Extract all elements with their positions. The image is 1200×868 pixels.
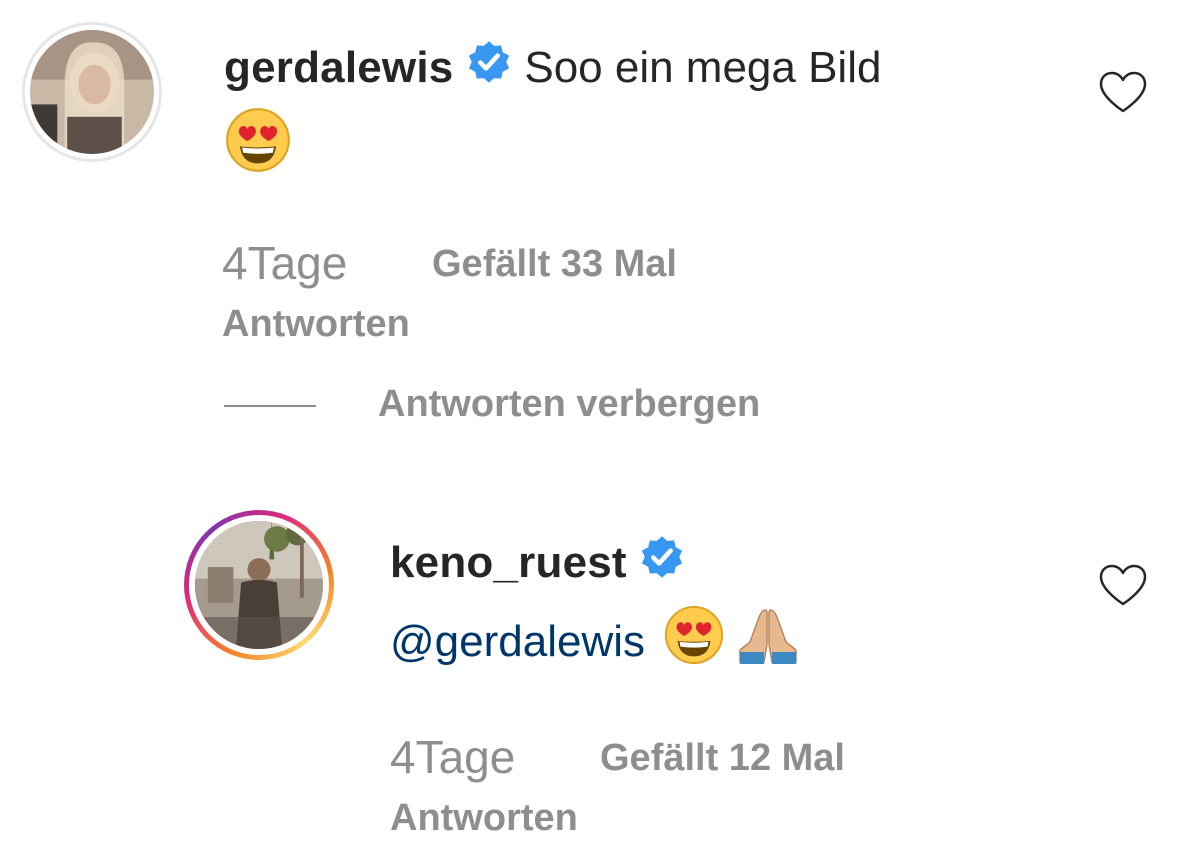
username[interactable]: keno_ruest (390, 538, 627, 587)
hide-replies-button[interactable]: Antworten verbergen (378, 383, 760, 426)
like-heart-icon[interactable] (1098, 70, 1148, 119)
replies-divider (224, 405, 316, 407)
like-count[interactable]: Gefällt 12 Mal (600, 737, 845, 780)
reply-button[interactable]: Antworten (222, 303, 410, 346)
heart-eyes-emoji (663, 604, 725, 692)
avatar-photo (30, 30, 154, 154)
avatar[interactable] (22, 22, 162, 162)
comment-timestamp[interactable]: 4Tage (222, 236, 347, 290)
username[interactable]: gerdalewis (224, 43, 453, 92)
avatar-story-ring[interactable] (184, 510, 334, 660)
reply-body: @gerdalewis (390, 604, 800, 700)
like-heart-icon[interactable] (1098, 563, 1148, 612)
comment-text: Soo ein mega Bild (524, 43, 882, 92)
mention-link[interactable]: @gerdalewis (390, 617, 645, 666)
comment-timestamp[interactable]: 4Tage (390, 730, 515, 784)
reply-header: keno_ruest (390, 534, 685, 611)
avatar-photo (195, 521, 323, 649)
folded-hands-emoji (736, 604, 800, 692)
comment-line: gerdalewis Soo ein mega Bild (224, 38, 881, 117)
verified-badge-icon (639, 534, 685, 605)
like-count[interactable]: Gefällt 33 Mal (432, 243, 677, 286)
verified-badge-icon (466, 39, 512, 111)
reply-button[interactable]: Antworten (390, 797, 578, 840)
heart-eyes-emoji (224, 106, 292, 179)
